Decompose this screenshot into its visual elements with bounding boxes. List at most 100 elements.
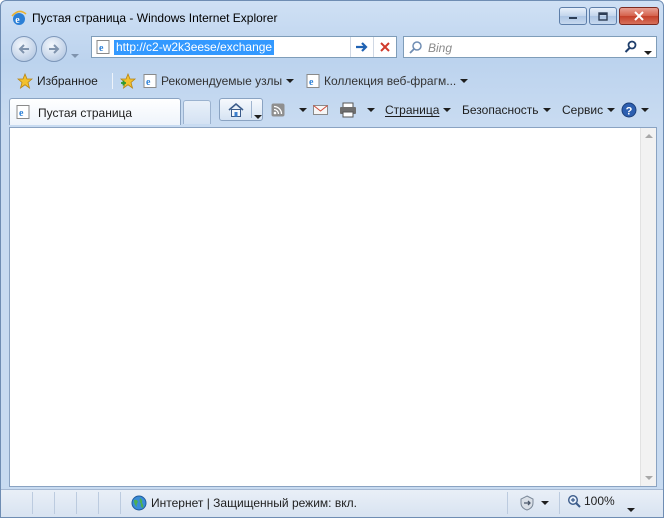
stop-button[interactable] (373, 37, 395, 57)
minimize-icon (569, 17, 577, 19)
chevron-down-icon (542, 108, 551, 112)
shield-arrow-icon (520, 495, 534, 511)
protected-mode-button[interactable] (519, 495, 549, 511)
forward-button[interactable] (41, 36, 67, 62)
feeds-button[interactable] (271, 99, 307, 121)
favorites-bar: Избранное e Рекомендуемые узлы e Коллекц… (1, 67, 663, 95)
back-arrow-icon (18, 44, 29, 54)
minimize-button[interactable] (559, 7, 587, 25)
chevron-down-icon (71, 54, 79, 58)
address-input[interactable]: http://c2-w2k3eese/exchange (114, 40, 275, 55)
ie-window: e Пустая страница - Windows Internet Exp… (0, 0, 664, 518)
new-tab-button[interactable] (183, 100, 211, 124)
svg-text:e: e (15, 15, 20, 26)
close-button[interactable] (619, 7, 659, 25)
status-cell (77, 492, 99, 514)
tab-blank-page[interactable]: e Пустая страница (9, 98, 181, 125)
chevron-down-icon (541, 501, 549, 505)
chevron-down-icon (644, 51, 652, 55)
svg-text:e: e (99, 43, 104, 54)
maximize-icon (598, 11, 608, 21)
chevron-down-icon (460, 79, 469, 83)
search-icon[interactable] (624, 40, 638, 54)
tools-menu-label: Сервис (562, 103, 604, 117)
recent-pages-dropdown[interactable] (71, 47, 79, 61)
status-cell (99, 492, 121, 514)
navigation-bar: e http://c2-w2k3eese/exchange Bing (1, 31, 663, 65)
ie-logo-icon: e (11, 10, 27, 26)
mail-icon (313, 105, 328, 115)
vertical-scrollbar[interactable] (640, 128, 656, 486)
title-bar: e Пустая страница - Windows Internet Exp… (1, 1, 663, 31)
tab-label: Пустая страница (38, 106, 133, 120)
status-cell (9, 492, 33, 514)
search-input[interactable]: Bing (428, 41, 452, 55)
status-divider (507, 492, 508, 514)
status-bar: Интернет | Защищенный режим: вкл. 100% (1, 489, 663, 517)
window-title: Пустая страница - Windows Internet Explo… (32, 11, 278, 25)
stop-x-icon (379, 42, 390, 52)
zoom-button[interactable]: 100% (567, 494, 615, 508)
ie-page-icon: e (143, 74, 157, 88)
suggested-sites-button[interactable]: e Рекомендуемые узлы (143, 71, 295, 91)
security-zone-text[interactable]: Интернет | Защищенный режим: вкл. (151, 496, 357, 510)
safety-menu[interactable]: Безопасность (462, 99, 551, 121)
chevron-down-icon (627, 508, 635, 512)
chevron-down-icon (299, 108, 307, 112)
help-icon: ? (621, 102, 637, 118)
read-mail-button[interactable] (313, 99, 329, 121)
toolbar-separator (112, 73, 113, 89)
home-icon (228, 102, 244, 117)
favorites-label: Избранное (37, 74, 98, 88)
search-options-dropdown[interactable] (644, 44, 652, 58)
search-box[interactable]: Bing (403, 36, 657, 58)
svg-text:e: e (309, 77, 314, 88)
safety-menu-label: Безопасность (462, 103, 539, 117)
suggested-sites-label: Рекомендуемые узлы (161, 74, 283, 88)
home-dropdown[interactable] (254, 108, 262, 122)
status-cell (33, 492, 55, 514)
go-button[interactable] (350, 37, 372, 57)
svg-text:e: e (146, 77, 151, 88)
ie-page-icon: e (16, 105, 30, 119)
chevron-down-icon (607, 108, 616, 112)
go-arrow-icon (355, 42, 368, 52)
zoom-dropdown[interactable] (627, 501, 635, 515)
page-icon: e (96, 40, 110, 54)
forward-arrow-icon (49, 44, 60, 54)
svg-text:?: ? (626, 105, 633, 117)
web-slice-gallery-label: Коллекция веб-фрагм... (324, 74, 457, 88)
chevron-down-icon (443, 108, 452, 112)
maximize-button[interactable] (589, 7, 617, 25)
close-icon (634, 11, 644, 21)
zoom-level: 100% (584, 494, 615, 508)
status-cell (55, 492, 77, 514)
ie-page-icon: e (306, 74, 320, 88)
tools-menu[interactable]: Сервис (562, 99, 616, 121)
address-bar[interactable]: e http://c2-w2k3eese/exchange (91, 36, 397, 58)
add-favorite-star-icon (119, 73, 137, 89)
favorites-button[interactable]: Избранное (17, 71, 98, 91)
tab-row: e Пустая страница Страница Безопасность (1, 95, 663, 125)
chevron-down-icon (286, 79, 295, 83)
page-content[interactable] (9, 127, 657, 487)
print-button[interactable] (339, 99, 375, 121)
page-menu-label: Страница (385, 103, 440, 117)
home-button[interactable] (219, 98, 263, 121)
chevron-down-icon (254, 115, 262, 119)
split-divider (251, 101, 252, 118)
chevron-down-icon (367, 108, 375, 112)
status-divider (559, 492, 560, 514)
printer-icon (340, 102, 356, 118)
back-button[interactable] (11, 36, 37, 62)
svg-text:e: e (19, 108, 24, 119)
internet-globe-icon (131, 495, 147, 511)
scroll-down-icon[interactable] (645, 476, 653, 480)
web-slice-gallery-button[interactable]: e Коллекция веб-фрагм... (306, 71, 469, 91)
rss-feed-icon (271, 103, 285, 117)
help-button[interactable]: ? (621, 99, 649, 121)
scroll-up-icon[interactable] (645, 134, 653, 138)
add-to-favorites-bar-button[interactable] (119, 71, 137, 91)
page-menu[interactable]: Страница (385, 99, 452, 121)
zoom-magnifier-icon (567, 494, 581, 508)
